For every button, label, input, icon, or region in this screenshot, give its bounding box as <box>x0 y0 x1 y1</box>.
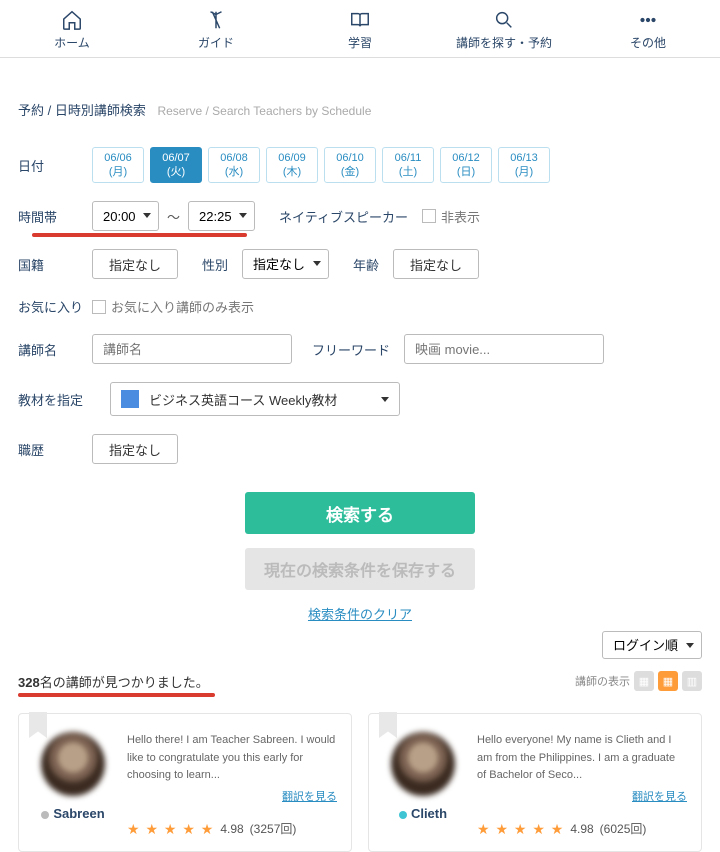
search-button[interactable]: 検索する <box>245 492 475 534</box>
avatar <box>391 732 455 796</box>
status-dot-icon <box>41 811 49 819</box>
teacher-intro: Hello there! I am Teacher Sabreen. I wou… <box>127 732 337 785</box>
favorite-label: お気に入り <box>18 297 92 316</box>
nationality-button[interactable]: 指定なし <box>92 249 178 279</box>
teacher-cards: Sabreen Hello there! I am Teacher Sabreen… <box>0 695 720 852</box>
nav-label: 学習 <box>288 34 432 51</box>
translation-link[interactable]: 翻訳を見る <box>477 789 687 807</box>
teacher-card[interactable]: Sabreen Hello there! I am Teacher Sabreen… <box>18 713 352 852</box>
teacher-name: Clieth <box>399 806 447 821</box>
nav-guide[interactable]: ガイド <box>144 0 288 57</box>
rating: ★ ★ ★ ★ ★4.98(6025回) <box>477 818 687 840</box>
date-option[interactable]: 06/06(月) <box>92 147 144 183</box>
star-icon: ★ ★ ★ ★ ★ <box>127 818 214 840</box>
view-grid-small-button[interactable]: ▦ <box>634 671 654 691</box>
home-icon <box>0 8 144 32</box>
rating: ★ ★ ★ ★ ★4.98(3257回) <box>127 818 337 840</box>
date-option[interactable]: 06/10(金) <box>324 147 376 183</box>
clear-conditions-link[interactable]: 検索条件のクリア <box>308 604 412 623</box>
nav-more[interactable]: その他 <box>576 0 720 57</box>
nav-label: その他 <box>576 34 720 51</box>
material-value: ビジネス英語コース Weekly教材 <box>149 390 337 409</box>
checkbox-icon <box>422 209 436 223</box>
date-option[interactable]: 06/12(日) <box>440 147 492 183</box>
more-icon <box>576 8 720 32</box>
date-option[interactable]: 06/08(水) <box>208 147 260 183</box>
native-label: ネイティブスピーカー <box>279 207 408 226</box>
teacher-name-input[interactable] <box>92 334 292 364</box>
material-label: 教材を指定 <box>18 390 110 409</box>
date-label: 日付 <box>18 156 92 175</box>
gender-select[interactable]: 指定なし <box>242 249 329 279</box>
checkbox-icon <box>92 300 106 314</box>
search-icon <box>432 8 576 32</box>
star-icon: ★ ★ ★ ★ ★ <box>477 818 564 840</box>
work-history-button[interactable]: 指定なし <box>92 434 178 464</box>
page-subtitle: Reserve / Search Teachers by Schedule <box>157 104 371 118</box>
age-label: 年齢 <box>353 255 379 274</box>
teacher-name: Sabreen <box>41 806 104 821</box>
gender-label: 性別 <box>202 255 228 274</box>
avatar <box>41 732 105 796</box>
guide-icon <box>144 8 288 32</box>
sort-select[interactable]: ログイン順 <box>602 631 702 659</box>
view-toggle: 講師の表示 ▦ ▦ ▥ <box>575 671 702 691</box>
time-label: 時間帯 <box>18 207 92 226</box>
book-icon <box>288 8 432 32</box>
save-conditions-button[interactable]: 現在の検索条件を保存する <box>245 548 475 590</box>
breadcrumb: 予約 / 日時別講師検索 Reserve / Search Teachers b… <box>18 100 702 119</box>
top-nav: ホーム ガイド 学習 講師を探す・予約 その他 <box>0 0 720 58</box>
view-toggle-label: 講師の表示 <box>575 673 630 689</box>
teacher-name-label: 講師名 <box>18 340 92 359</box>
material-select[interactable]: ビジネス英語コース Weekly教材 <box>110 382 400 416</box>
time-to-select[interactable]: 22:25 <box>188 201 255 231</box>
nav-label: ガイド <box>144 34 288 51</box>
result-count: 328名の講師が見つかりました。 <box>18 672 209 691</box>
time-from-select[interactable]: 20:00 <box>92 201 159 231</box>
freeword-label: フリーワード <box>312 340 390 359</box>
date-option[interactable]: 06/07(火) <box>150 147 202 183</box>
nationality-label: 国籍 <box>18 255 92 274</box>
nav-label: ホーム <box>0 34 144 51</box>
view-list-button[interactable]: ▥ <box>682 671 702 691</box>
age-button[interactable]: 指定なし <box>393 249 479 279</box>
translation-link[interactable]: 翻訳を見る <box>127 789 337 807</box>
tilde: 〜 <box>167 207 180 226</box>
date-picker: 06/06(月)06/07(火)06/08(水)06/09(木)06/10(金)… <box>92 147 550 183</box>
nav-search-teacher[interactable]: 講師を探す・予約 <box>432 0 576 57</box>
nav-study[interactable]: 学習 <box>288 0 432 57</box>
teacher-card[interactable]: Clieth Hello everyone! My name is Clieth … <box>368 713 702 852</box>
favorite-only-checkbox[interactable]: お気に入り講師のみ表示 <box>92 297 254 316</box>
nav-home[interactable]: ホーム <box>0 0 144 57</box>
date-option[interactable]: 06/11(土) <box>382 147 434 183</box>
native-hide-checkbox[interactable]: 非表示 <box>422 207 480 226</box>
nav-label: 講師を探す・予約 <box>432 34 576 51</box>
page-title: 予約 / 日時別講師検索 <box>18 103 146 118</box>
date-option[interactable]: 06/13(月) <box>498 147 550 183</box>
date-option[interactable]: 06/09(木) <box>266 147 318 183</box>
status-dot-icon <box>399 811 407 819</box>
material-icon <box>121 390 139 408</box>
freeword-input[interactable] <box>404 334 604 364</box>
work-history-label: 職歴 <box>18 440 92 459</box>
view-grid-button[interactable]: ▦ <box>658 671 678 691</box>
teacher-intro: Hello everyone! My name is Clieth and I … <box>477 732 687 785</box>
